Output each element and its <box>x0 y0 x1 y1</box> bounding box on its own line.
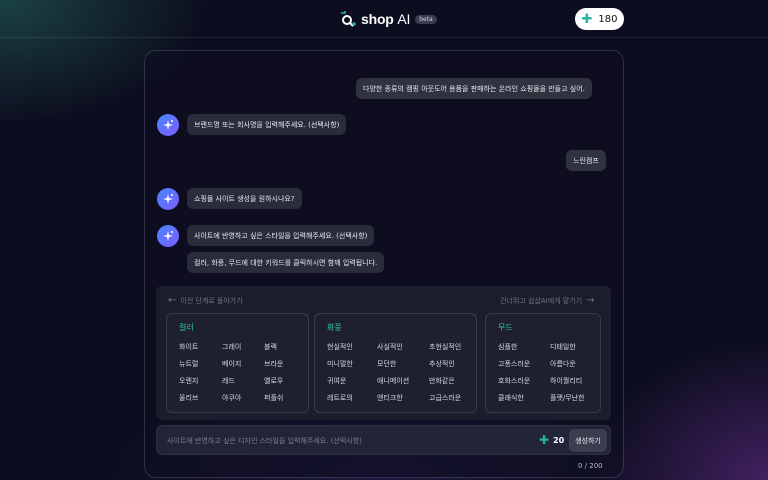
sparkle-icon <box>163 231 173 241</box>
credits-count: 180 <box>598 13 618 25</box>
keyword-chip[interactable]: 현실적인 <box>327 342 353 352</box>
keyword-chip[interactable]: 고급스러운 <box>429 393 461 403</box>
keyword-chip[interactable]: 호화스러운 <box>498 376 530 386</box>
keyword-chip[interactable]: 모던한 <box>377 359 396 369</box>
keyword-chip[interactable]: 애니메이션 <box>377 376 409 386</box>
keyword-chip[interactable]: 옐로우 <box>264 376 283 386</box>
keyword-chip[interactable]: 레트로의 <box>327 393 353 403</box>
keyword-chip[interactable]: 디테일한 <box>550 342 576 352</box>
user-message: 느린캠프 <box>566 150 606 171</box>
logo-mark-icon <box>341 11 356 27</box>
style-options: ← 이전 단계로 돌아가기 건너뛰고 쉽샵AI에게 맡기기 → 컬러 화이트 그… <box>156 286 611 420</box>
skip-link[interactable]: 건너뛰고 쉽샵AI에게 맡기기 → <box>500 295 595 306</box>
group-title: 무드 <box>498 323 513 332</box>
keyword-chip[interactable]: 화이트 <box>179 342 198 352</box>
user-message: 다양한 종류의 캠핑 아웃도어 용품을 판매하는 온라인 쇼핑몰을 만들고 싶어… <box>356 78 592 99</box>
skip-label: 건너뛰고 쉽샵AI에게 맡기기 <box>500 296 583 305</box>
arrow-right-icon: → <box>586 295 595 306</box>
credit-cost-value: 20 <box>553 435 565 445</box>
logo-text: shop AI <box>361 11 411 27</box>
keyword-chip[interactable]: 귀여운 <box>327 376 346 386</box>
bot-avatar <box>157 188 179 210</box>
keyword-chip[interactable]: 베이지 <box>222 359 241 369</box>
keyword-chip[interactable]: 미니멀한 <box>327 359 353 369</box>
style-input[interactable] <box>167 433 527 449</box>
bot-avatar <box>157 114 179 136</box>
keyword-chip[interactable]: 앤티크한 <box>377 393 403 403</box>
keyword-chip[interactable]: 심플한 <box>498 342 517 352</box>
bot-avatar <box>157 225 179 247</box>
keyword-chip[interactable]: 플랫/무난한 <box>550 393 585 403</box>
plus-icon: ✚ <box>539 433 550 447</box>
keyword-chip[interactable]: 올리브 <box>179 393 198 403</box>
keyword-chip[interactable]: 사실적인 <box>377 342 403 352</box>
keyword-chip[interactable]: 퍼플쉬 <box>264 393 283 403</box>
bot-message: 사이트에 반영하고 싶은 스타일을 입력해주세요. (선택사항) <box>187 225 375 246</box>
beta-badge: beta <box>415 14 437 24</box>
group-title: 화풍 <box>327 323 342 332</box>
bot-message: 쇼핑몰 사이트 생성을 원하시나요? <box>187 188 302 209</box>
keyword-chip[interactable]: 레드 <box>222 376 235 386</box>
keyword-group-art-style: 화풍 현실적인 사실적인 초현실적인 미니멀한 모던한 추상적인 귀여운 애니메… <box>314 313 477 413</box>
keyword-chip[interactable]: 브라운 <box>264 359 283 369</box>
keyword-chip[interactable]: 블랙 <box>264 342 277 352</box>
sparkle-icon <box>163 120 173 130</box>
back-link[interactable]: ← 이전 단계로 돌아가기 <box>168 295 243 306</box>
keyword-chip[interactable]: 오렌지 <box>179 376 198 386</box>
logo[interactable]: shop AI beta <box>338 8 437 30</box>
keyword-chip[interactable]: 추상적인 <box>429 359 455 369</box>
bot-message: 브랜드명 또는 회사명을 입력해주세요. (선택사항) <box>187 114 347 135</box>
bot-message: 컬러, 화풍, 무드에 대한 키워드를 클릭하시면 함께 입력됩니다. <box>187 252 385 273</box>
keyword-chip[interactable]: 고풍스러운 <box>498 359 530 369</box>
group-title: 컬러 <box>179 323 194 332</box>
keyword-chip[interactable]: 아쿠아 <box>222 393 241 403</box>
keyword-chip[interactable]: 초현실적인 <box>429 342 461 352</box>
arrow-left-icon: ← <box>168 295 177 306</box>
keyword-group-color: 컬러 화이트 그레이 블랙 뉴트럴 베이지 브라운 오렌지 레드 옐로우 올리브… <box>166 313 309 413</box>
keyword-chip[interactable]: 클래식한 <box>498 393 524 403</box>
plus-icon: ✚ <box>581 11 593 27</box>
back-label: 이전 단계로 돌아가기 <box>180 296 243 305</box>
prompt-composer: ✚ 20 생성하기 <box>156 425 611 455</box>
keyword-chip[interactable]: 그레이 <box>222 342 241 352</box>
keyword-chip[interactable]: 뉴트럴 <box>179 359 198 369</box>
generate-button[interactable]: 생성하기 <box>569 429 607 452</box>
keyword-chip[interactable]: 아름다운 <box>550 359 576 369</box>
credits-badge[interactable]: ✚ 180 <box>575 8 624 30</box>
keyword-chip[interactable]: 만화같은 <box>429 376 455 386</box>
keyword-group-mood: 무드 심플한 디테일한 고풍스러운 아름다운 호화스러운 하이퀄리티 클래식한 … <box>485 313 601 413</box>
top-bar: shop AI beta ✚ 180 <box>0 0 768 38</box>
keyword-chip[interactable]: 하이퀄리티 <box>550 376 582 386</box>
character-counter: 0 / 200 <box>578 462 603 470</box>
sparkle-icon <box>163 194 173 204</box>
credit-cost: ✚ 20 <box>539 434 564 446</box>
